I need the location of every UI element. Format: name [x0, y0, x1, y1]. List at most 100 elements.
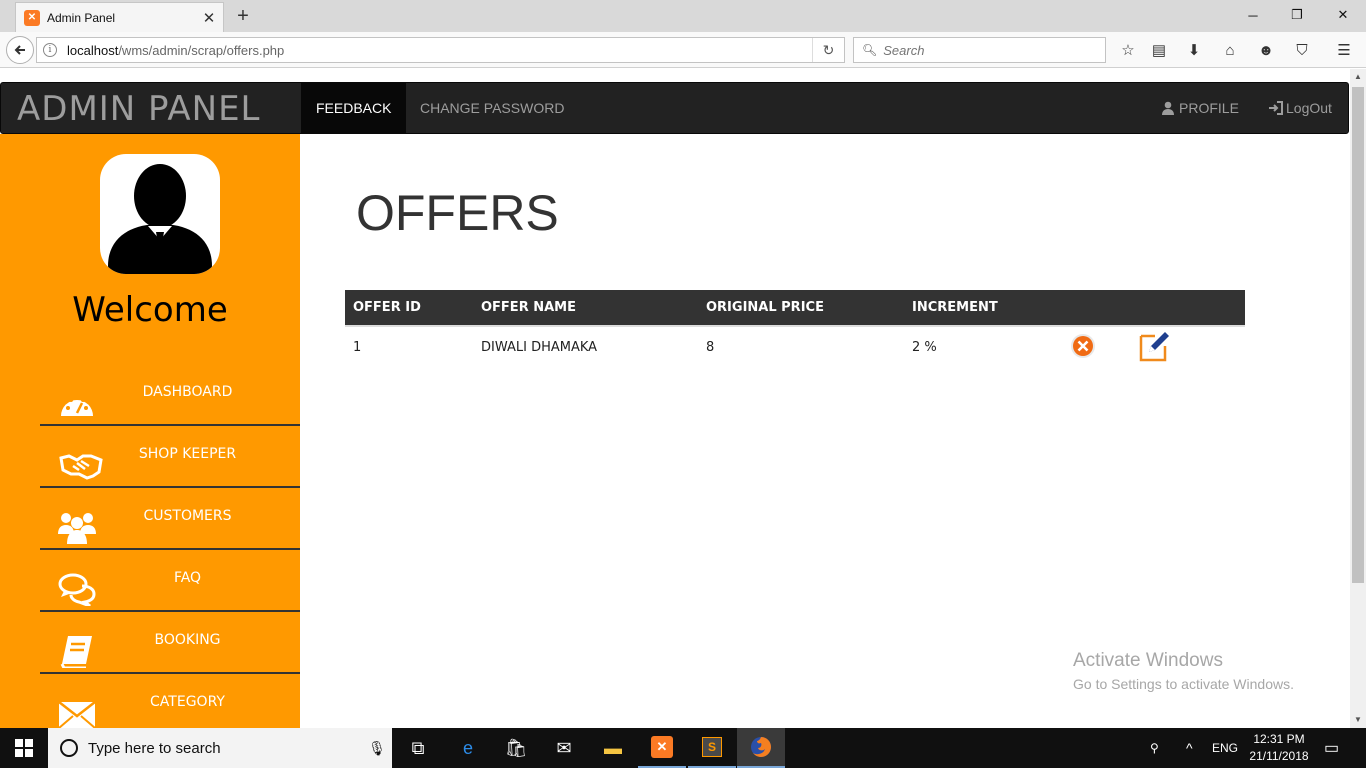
nav-logout[interactable]: LogOut [1253, 83, 1347, 133]
xampp-icon[interactable]: ✕ [638, 728, 686, 768]
url-text[interactable]: localhost/wms/admin/scrap/offers.php [67, 43, 812, 58]
scroll-up-icon[interactable]: ▲ [1350, 69, 1366, 85]
sidebar-item-category[interactable]: CATEGORY [40, 674, 300, 728]
admin-navbar: ADMIN PANEL FEEDBACK CHANGE PASSWORD PRO… [0, 82, 1349, 134]
microphone-icon[interactable]: 🎙︎ [362, 740, 392, 757]
avatar-silhouette-icon [108, 164, 212, 274]
sidebar-label-category: CATEGORY [150, 694, 225, 710]
pocket-icon[interactable]: ⛉ [1290, 38, 1314, 62]
browser-tab-strip: ✕ Admin Panel ✕ + ─ ❐ ✕ [0, 0, 1366, 32]
store-icon[interactable]: 🛍︎ [492, 728, 540, 768]
firefox-icon[interactable] [737, 728, 785, 768]
envelope-icon [58, 701, 96, 728]
home-icon[interactable]: ⌂ [1218, 38, 1242, 62]
cell-edit [1130, 326, 1245, 368]
browser-search-input[interactable] [883, 42, 1094, 58]
url-bar[interactable]: i localhost/wms/admin/scrap/offers.php ↻ [36, 37, 845, 63]
watermark-line1: Activate Windows [1073, 650, 1223, 671]
delete-icon[interactable] [1070, 333, 1096, 359]
scroll-down-icon[interactable]: ▼ [1350, 712, 1366, 728]
reading-list-icon[interactable]: ▤ [1147, 38, 1171, 62]
sidebar-item-faq[interactable]: FAQ [40, 550, 300, 612]
download-icon[interactable]: ⬇ [1182, 38, 1206, 62]
hello-icon[interactable]: ☻ [1254, 38, 1278, 62]
sidebar-item-booking[interactable]: BOOKING [40, 612, 300, 674]
cell-offer-id: 1 [353, 340, 362, 355]
dashboard-icon [61, 395, 93, 416]
book-icon [60, 636, 92, 668]
avatar [100, 154, 220, 274]
col-offer-id: OFFER ID [345, 290, 473, 327]
menu-icon[interactable]: ☰ [1332, 38, 1356, 62]
tab-close-icon[interactable]: ✕ [199, 9, 219, 27]
minimize-button[interactable]: ─ [1230, 0, 1276, 30]
edit-icon[interactable] [1138, 330, 1170, 362]
welcome-text: Welcome [72, 290, 228, 330]
brand-title[interactable]: ADMIN PANEL [17, 89, 261, 129]
language-indicator[interactable]: ENG [1212, 728, 1238, 768]
people-icon[interactable]: ⚲ [1150, 728, 1159, 768]
new-tab-button[interactable]: + [231, 4, 255, 28]
system-clock[interactable]: 12:31 PM 21/11/2018 [1244, 731, 1314, 765]
col-delete [1062, 290, 1130, 327]
restore-button[interactable]: ❐ [1274, 0, 1320, 30]
notification-icon[interactable]: ▭ [1324, 728, 1339, 768]
browser-toolbar: i localhost/wms/admin/scrap/offers.php ↻… [0, 32, 1366, 68]
windows-taskbar: Type here to search 🎙︎ ⧉ e 🛍︎ ✉ ▬ ✕ S ⚲ … [0, 728, 1366, 768]
offers-table: OFFER ID OFFER NAME ORIGINAL PRICE INCRE… [345, 290, 1245, 368]
sidebar-item-dashboard[interactable]: DASHBOARD [40, 364, 300, 426]
nav-change-password[interactable]: CHANGE PASSWORD [405, 83, 579, 133]
clock-time: 12:31 PM [1253, 732, 1305, 746]
search-icon: 🔍︎ [862, 43, 878, 57]
user-icon [1162, 101, 1174, 115]
clock-date: 21/11/2018 [1249, 749, 1309, 763]
task-view-icon[interactable]: ⧉ [394, 728, 442, 768]
sidebar-label-dashboard: DASHBOARD [142, 384, 233, 400]
scroll-thumb[interactable] [1352, 87, 1364, 583]
activate-windows-watermark: Activate Windows Go to Settings to activ… [1073, 650, 1294, 692]
logout-icon [1269, 101, 1283, 115]
cell-original-price: 8 [706, 340, 715, 355]
sidebar-label-shop-keeper: SHOP KEEPER [138, 446, 237, 462]
sublime-logo: S [702, 737, 722, 757]
cortana-icon [60, 739, 78, 757]
close-window-button[interactable]: ✕ [1320, 0, 1366, 30]
url-path: /wms/admin/scrap/offers.php [118, 42, 285, 58]
sidebar-label-customers: CUSTOMERS [143, 508, 232, 524]
tab-title: Admin Panel [47, 10, 116, 25]
file-explorer-icon[interactable]: ▬ [589, 728, 637, 768]
sidebar-label-booking: BOOKING [154, 632, 221, 648]
browser-tab[interactable]: ✕ Admin Panel ✕ [15, 2, 224, 32]
nav-profile[interactable]: PROFILE [1146, 83, 1254, 133]
cell-delete [1062, 326, 1130, 368]
sublime-text-icon[interactable]: S [688, 728, 736, 768]
taskbar-search-text[interactable]: Type here to search [88, 740, 362, 757]
firefox-logo [751, 737, 771, 757]
users-icon [58, 513, 96, 544]
table-header-row: OFFER ID OFFER NAME ORIGINAL PRICE INCRE… [345, 290, 1245, 327]
sidebar-item-shop-keeper[interactable]: SHOP KEEPER [40, 426, 300, 488]
page-scrollbar[interactable]: ▲ ▼ [1350, 69, 1366, 728]
url-host: localhost [67, 42, 119, 58]
tray-chevron-icon[interactable]: ^ [1186, 728, 1193, 768]
bookmark-star-icon[interactable]: ☆ [1116, 38, 1140, 62]
back-button[interactable] [6, 36, 34, 64]
taskbar-search[interactable]: Type here to search 🎙︎ [48, 728, 392, 768]
cell-increment: 2 % [912, 340, 937, 355]
web-page: ADMIN PANEL FEEDBACK CHANGE PASSWORD PRO… [0, 69, 1350, 728]
col-increment: INCREMENT [904, 290, 1062, 327]
sidebar-label-faq: FAQ [173, 570, 202, 586]
col-edit [1130, 290, 1245, 327]
col-offer-name: OFFER NAME [473, 290, 698, 327]
sidebar-item-customers[interactable]: CUSTOMERS [40, 488, 300, 550]
sidebar: Welcome DASHBOARD SHOP KEEPER CUSTOMERS [0, 134, 300, 728]
edge-icon[interactable]: e [444, 728, 492, 768]
start-button[interactable] [0, 728, 48, 768]
browser-search-box[interactable]: 🔍︎ [853, 37, 1106, 63]
nav-feedback[interactable]: FEEDBACK [301, 83, 407, 133]
site-info-icon[interactable]: i [43, 43, 57, 57]
mail-icon[interactable]: ✉ [540, 728, 588, 768]
chat-icon [58, 573, 96, 606]
watermark-line2: Go to Settings to activate Windows. [1073, 676, 1294, 692]
reload-icon[interactable]: ↻ [812, 38, 844, 62]
